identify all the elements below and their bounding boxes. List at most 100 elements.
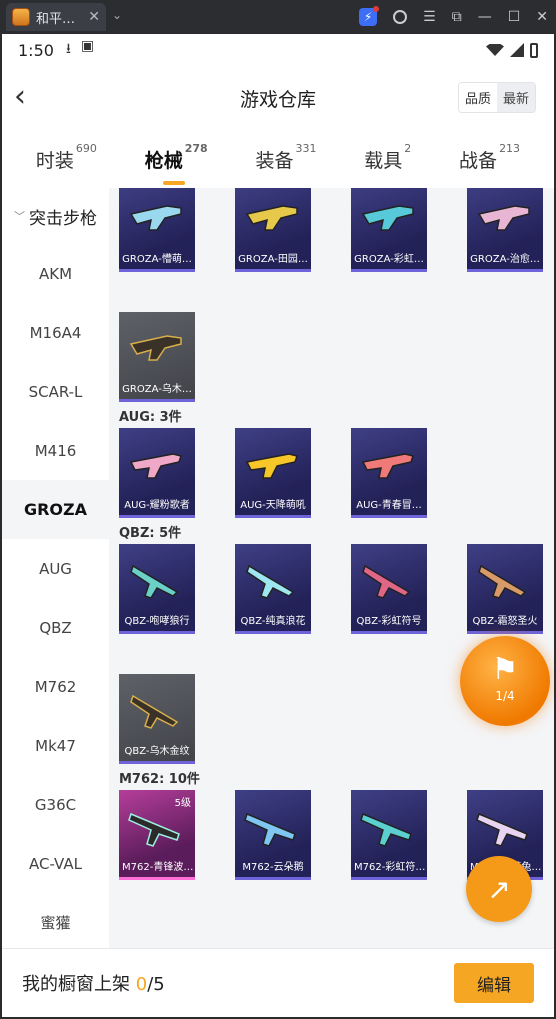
- share-float-button[interactable]: ↗: [466, 856, 532, 922]
- skin-card[interactable]: GROZA-懵萌…: [119, 188, 195, 272]
- tab-equipment[interactable]: 装备 331: [255, 142, 316, 173]
- skin-card[interactable]: GROZA-田园…: [235, 188, 311, 272]
- category-tabs: 时装 690 枪械 278 装备 331 载具 2 战备 213: [2, 130, 554, 188]
- sidebar-item-scar-l[interactable]: SCAR-L: [2, 362, 109, 421]
- gun-icon: [362, 564, 411, 599]
- gun-icon: [129, 335, 182, 361]
- skin-card[interactable]: GROZA-治愈…: [467, 188, 543, 272]
- skin-card[interactable]: AUG-青春冒…: [351, 428, 427, 518]
- tab-list-icon[interactable]: ⌄: [112, 8, 122, 22]
- bolt-icon[interactable]: ⚡: [359, 6, 380, 26]
- skin-card[interactable]: AUG-天降萌吼: [235, 428, 311, 518]
- skin-name: GROZA-田园…: [238, 254, 308, 265]
- sidebar-item-m416[interactable]: M416: [2, 421, 109, 480]
- menu-icon[interactable]: ☰: [423, 9, 436, 25]
- external-link-icon: ↗: [487, 872, 511, 906]
- status-time: 1:50: [18, 40, 54, 60]
- sidebar-item-ac-val[interactable]: AC-VAL: [2, 834, 109, 893]
- tab-count: 278: [184, 141, 208, 155]
- browser-titlebar: 和平… ✕ ⌄ ⚡ ☰ ⧉ — ☐ ✕: [0, 0, 556, 34]
- tab-vehicles[interactable]: 载具 2: [364, 142, 411, 173]
- flag-float-button[interactable]: ⚑ 1/4: [460, 636, 550, 726]
- skin-name: AUG-天降萌吼: [240, 500, 306, 511]
- browser-tab[interactable]: 和平… ✕: [6, 3, 106, 31]
- skin-card[interactable]: QBZ-纯真浪花: [235, 544, 311, 634]
- screenshot-icon[interactable]: ⧉: [452, 9, 462, 25]
- showcase-total: /5: [147, 974, 165, 995]
- skin-name: QBZ-乌木金纹: [124, 746, 190, 757]
- tab-count: 2: [404, 141, 412, 155]
- user-icon[interactable]: [393, 10, 408, 24]
- gun-icon: [244, 812, 296, 847]
- weapon-sidebar: ﹀ 突击步枪 AKM M16A4 SCAR-L M416 GROZA AUG Q…: [2, 188, 109, 948]
- sidebar-item-m762[interactable]: M762: [2, 657, 109, 716]
- active-tab-indicator: [162, 180, 185, 185]
- groza-row-1: GROZA-懵萌… GROZA-田园… GROZA-彩虹… GROZA-治愈…: [119, 188, 554, 272]
- close-icon[interactable]: ✕: [536, 9, 548, 25]
- tab-close-icon[interactable]: ✕: [88, 9, 100, 25]
- showcase-text: 我的橱窗上架: [22, 974, 130, 995]
- sidebar-item-honey-badger[interactable]: 蜜獾: [2, 893, 109, 952]
- sort-quality-button[interactable]: 品质: [458, 83, 497, 112]
- gun-icon: [130, 694, 179, 729]
- gun-icon: [360, 812, 412, 847]
- gun-icon: [245, 453, 298, 479]
- minimize-icon[interactable]: —: [478, 9, 492, 25]
- gun-icon: [478, 564, 527, 599]
- back-icon[interactable]: ‹: [14, 82, 26, 112]
- tab-title: 和平…: [36, 11, 76, 27]
- tab-count: 331: [295, 141, 317, 155]
- showcase-count: 0: [135, 974, 148, 995]
- skin-name: QBZ-纯真浪花: [240, 616, 306, 627]
- skin-card[interactable]: QBZ-乌木金纹: [119, 674, 195, 764]
- tab-count: 213: [499, 141, 521, 155]
- phone-screen: 1:50 ⭳ ▣ ‹ 游戏仓库 品质 最新 时装 690 枪械 278 装备 331: [2, 34, 554, 1017]
- sidebar-item-qbz[interactable]: QBZ: [2, 598, 109, 657]
- section-title-m762: M762: 10件: [119, 771, 200, 787]
- sidebar-item-mk47[interactable]: Mk47: [2, 716, 109, 775]
- skin-card[interactable]: M762-云朵鹅: [235, 790, 311, 880]
- sidebar-item-m16a4[interactable]: M16A4: [2, 303, 109, 362]
- flag-icon: ⚑: [491, 652, 519, 687]
- skin-card[interactable]: M762-彩虹符…: [351, 790, 427, 880]
- sidebar-item-aug[interactable]: AUG: [2, 539, 109, 598]
- gun-icon: [129, 205, 182, 231]
- sort-toggle: 品质 最新: [457, 82, 536, 113]
- battery-icon: [530, 42, 538, 58]
- skin-card[interactable]: GROZA-乌木…: [119, 312, 195, 402]
- sidebar-item-akm[interactable]: AKM: [2, 244, 109, 303]
- edit-button[interactable]: 编辑: [454, 963, 534, 1003]
- sidebar-item-groza[interactable]: GROZA: [2, 480, 109, 539]
- maximize-icon[interactable]: ☐: [508, 9, 521, 25]
- bottom-bar: 我的橱窗上架 0/5 编辑: [2, 948, 554, 1017]
- gun-icon: [129, 453, 182, 479]
- gun-icon: [130, 564, 179, 599]
- page-indicator: 1/4: [495, 689, 515, 703]
- skin-name: GROZA-治愈…: [470, 254, 540, 265]
- sort-newest-button[interactable]: 最新: [496, 83, 535, 112]
- skin-name: GROZA-彩虹…: [354, 254, 424, 265]
- tab-supplies[interactable]: 战备 213: [459, 142, 520, 173]
- tab-firearms[interactable]: 枪械 278: [145, 142, 208, 185]
- tab-costume[interactable]: 时装 690: [36, 142, 97, 173]
- skin-card[interactable]: 5级 M762-青锋波…: [119, 790, 195, 880]
- app-header: ‹ 游戏仓库 品质 最新: [2, 66, 554, 130]
- gun-icon: [477, 205, 530, 231]
- sidebar-item-g36c[interactable]: G36C: [2, 775, 109, 834]
- gun-icon: [246, 564, 295, 599]
- skin-card[interactable]: GROZA-彩虹…: [351, 188, 427, 272]
- sidebar-group-assault-rifle[interactable]: ﹀ 突击步枪: [2, 188, 109, 244]
- skin-name: M762-彩虹符…: [354, 862, 426, 873]
- skin-card[interactable]: AUG-耀粉歌者: [119, 428, 195, 518]
- skin-card[interactable]: QBZ-霜怒圣火: [467, 544, 543, 634]
- skin-card[interactable]: QBZ-咆哮狼行: [119, 544, 195, 634]
- signal-icon: [510, 43, 524, 57]
- skin-name: M762-云朵鹅: [242, 862, 304, 873]
- aug-row: AUG-耀粉歌者 AUG-天降萌吼 AUG-青春冒…: [119, 428, 554, 518]
- gun-icon: [361, 453, 414, 479]
- gun-icon: [476, 812, 528, 847]
- download-icon: ⭳: [65, 41, 71, 57]
- skin-name: M762-青锋波…: [122, 862, 194, 873]
- skin-card[interactable]: QBZ-彩虹符号: [351, 544, 427, 634]
- tab-label: 战备: [459, 149, 498, 172]
